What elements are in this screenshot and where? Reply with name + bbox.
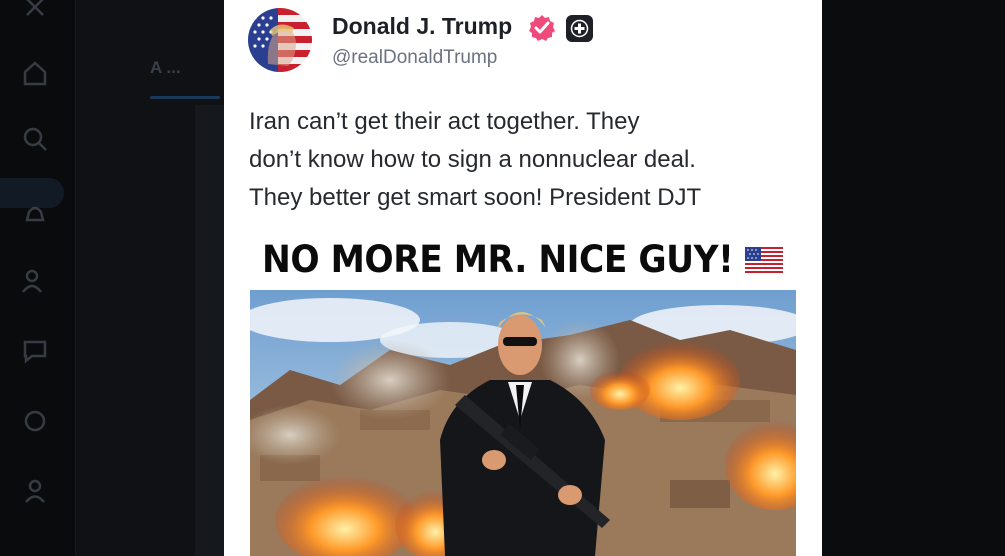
groups-icon[interactable] (20, 406, 50, 436)
flag-portrait-avatar[interactable] (248, 8, 312, 72)
people-icon[interactable] (20, 266, 50, 296)
sidebar (0, 0, 76, 556)
post-card[interactable]: Donald J. Trump @realDonaldTrump Iran ca… (224, 0, 822, 556)
post-text: Iran can’t get their act together. They … (249, 103, 809, 217)
author-handle[interactable]: @realDonaldTrump (332, 47, 497, 69)
background-tab-underline (150, 96, 220, 99)
post-text-line: They better get smart soon! President DJ… (249, 184, 702, 211)
notifications-icon[interactable] (20, 200, 50, 230)
close-icon[interactable] (20, 0, 50, 22)
media-headline: NO MORE MR. NICE GUY! (262, 238, 734, 281)
right-margin (822, 0, 1005, 556)
profile-icon[interactable] (20, 476, 50, 506)
home-icon[interactable] (20, 58, 50, 88)
background-tab-label[interactable]: A ... (150, 58, 181, 78)
plus-badge-icon (566, 15, 593, 42)
author-display-name[interactable]: Donald J. Trump (332, 13, 512, 40)
verified-badge-icon (528, 14, 556, 42)
us-flag-icon (745, 247, 783, 273)
screen: A ... Donald J. Trump @realDonaldTrump I… (0, 0, 1005, 556)
post-text-line: Iran can’t get their act together. They (249, 108, 640, 135)
chat-icon[interactable] (20, 336, 50, 366)
armed-man-explosions-image[interactable] (250, 290, 796, 556)
post-text-line: don’t know how to sign a nonnuclear deal… (249, 146, 696, 173)
search-icon[interactable] (20, 124, 50, 154)
